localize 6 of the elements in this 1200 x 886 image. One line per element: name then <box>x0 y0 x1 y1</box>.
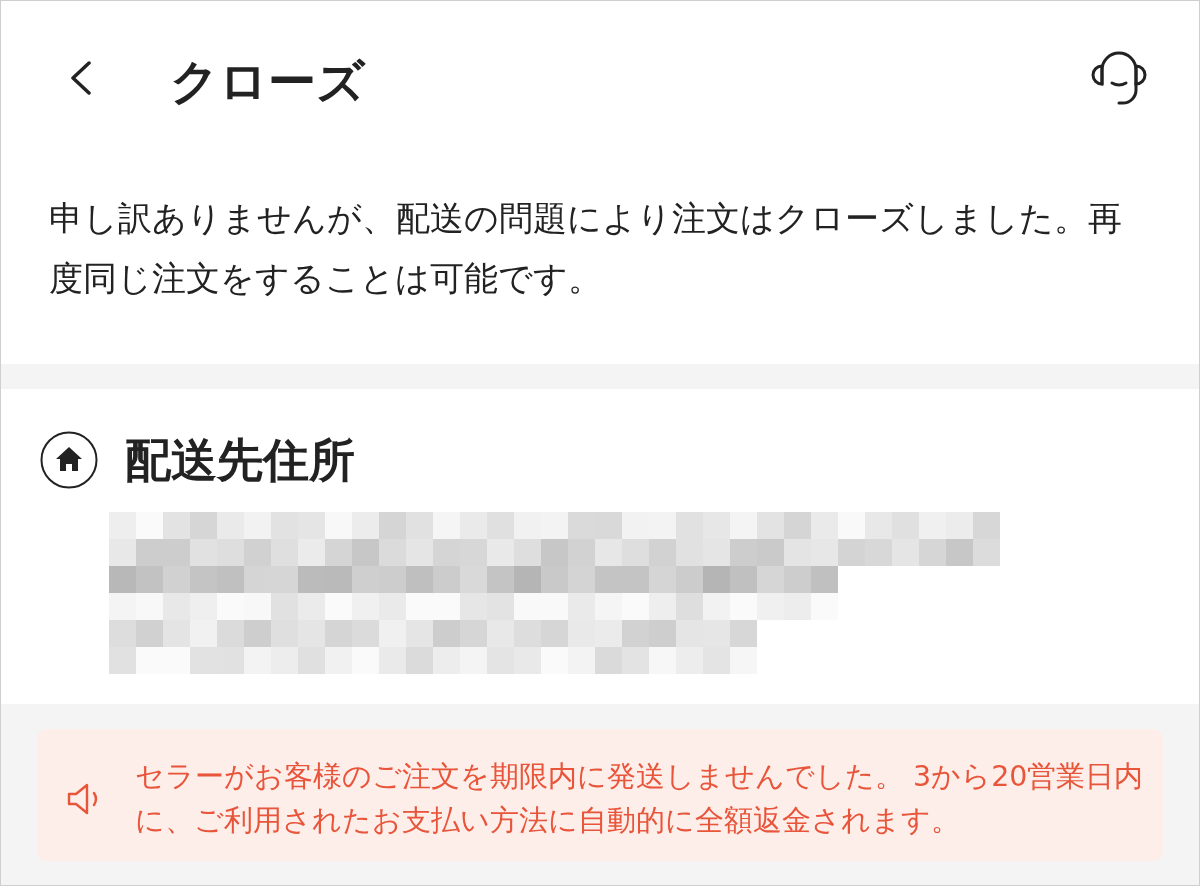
address-heading: 配送先住所 <box>125 437 355 483</box>
refund-notice-text: セラーがお客様のご注文を期限内に発送しませんでした。 3から20営業日内に、ご利用されたお支払い方法に自動的に全額返金されます。 <box>135 759 1145 839</box>
home-icon <box>40 431 98 489</box>
page-title: クローズ <box>170 56 365 105</box>
back-icon[interactable] <box>70 60 92 95</box>
closure-message: 申し訳ありませんが、配送の問題により注文はクローズしました。再度同じ注文をすることは可能です。 <box>49 197 1123 300</box>
